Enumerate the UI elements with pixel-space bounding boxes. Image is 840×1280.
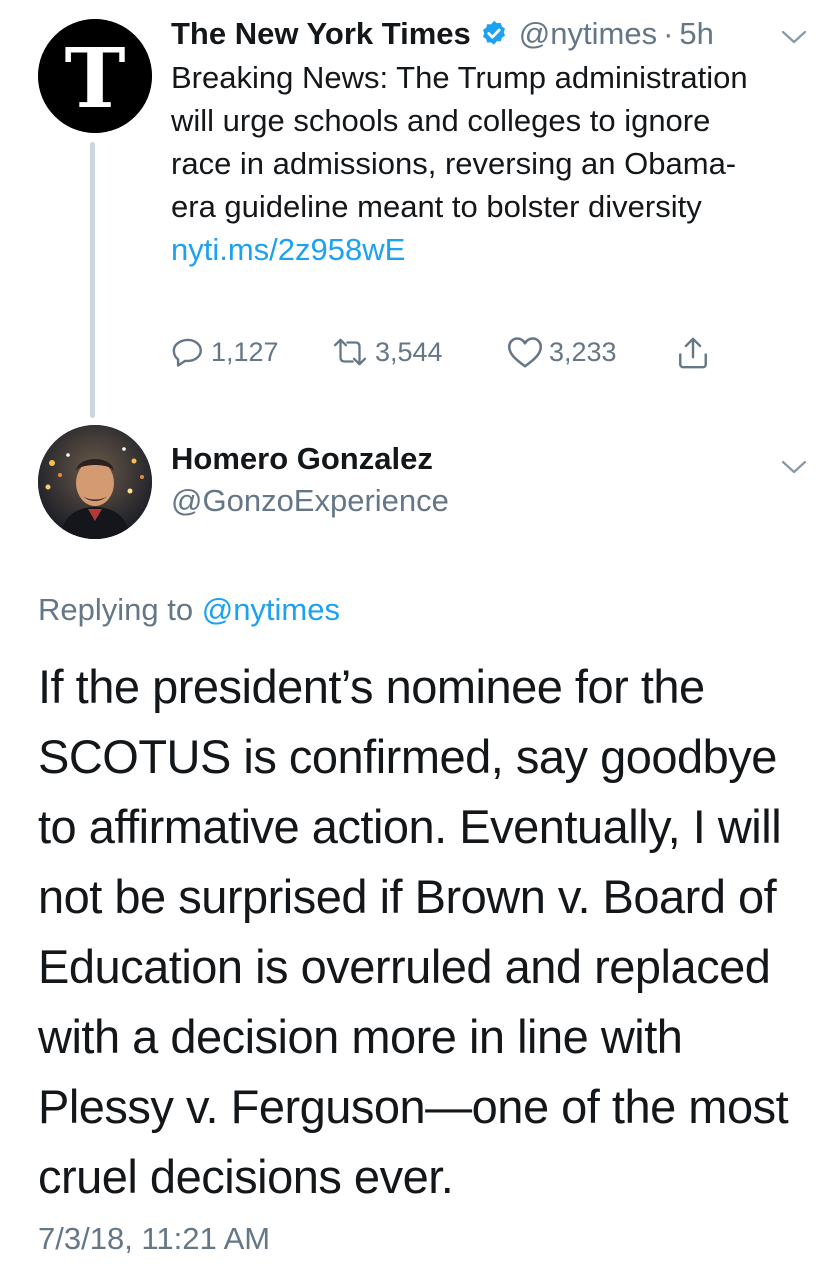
profile-photo [38,425,152,539]
separator-dot: · [663,16,674,51]
reply-count: 1,127 [211,336,279,367]
user-avatar[interactable] [38,425,152,539]
verified-badge-icon [479,19,509,49]
chevron-down-icon[interactable] [779,27,809,47]
author-handle[interactable]: @nytimes [519,16,657,52]
retweet-icon [333,338,367,366]
replying-label: Replying to [38,592,194,627]
tweet-timestamp: 7/3/18, 11:21 AM [38,1221,271,1256]
nyt-logo-icon: T [38,19,152,133]
chevron-down-icon[interactable] [779,457,809,477]
like-button[interactable]: 3,233 [507,335,617,369]
share-icon [679,337,707,369]
retweet-count: 3,544 [375,336,443,367]
reply-author-name[interactable]: Homero Gonzalez [171,441,433,477]
tweet-time[interactable]: 5h [679,16,713,52]
reply-icon [172,338,202,367]
reply-author-handle[interactable]: @GonzoExperience [171,483,449,519]
tweet-body: Breaking News: The Trump administration … [171,56,771,271]
tweet-text: Breaking News: The Trump administration … [171,60,748,224]
share-button[interactable] [676,335,710,371]
nyt-avatar[interactable]: T [38,19,152,133]
retweet-button[interactable]: 3,544 [331,335,443,369]
replying-mention[interactable]: @nytimes [202,592,340,627]
original-tweet[interactable]: The New York Times @nytimes · 5h Breakin… [171,12,811,271]
replying-to: Replying to @nytimes [38,592,340,628]
reply-text: If the president’s nominee for the SCOTU… [38,660,789,1203]
reply-button[interactable]: 1,127 [171,335,279,369]
tweet-link[interactable]: nyti.ms/2z958wE [171,232,405,267]
like-count: 3,233 [549,336,617,367]
svg-text:T: T [64,31,125,127]
heart-icon [507,337,543,368]
thread-connector-line [90,142,95,418]
tweet-actions: 1,127 3,544 3,233 [171,335,731,381]
author-name[interactable]: The New York Times [171,16,471,52]
tweet-header: The New York Times @nytimes · 5h [171,12,811,56]
